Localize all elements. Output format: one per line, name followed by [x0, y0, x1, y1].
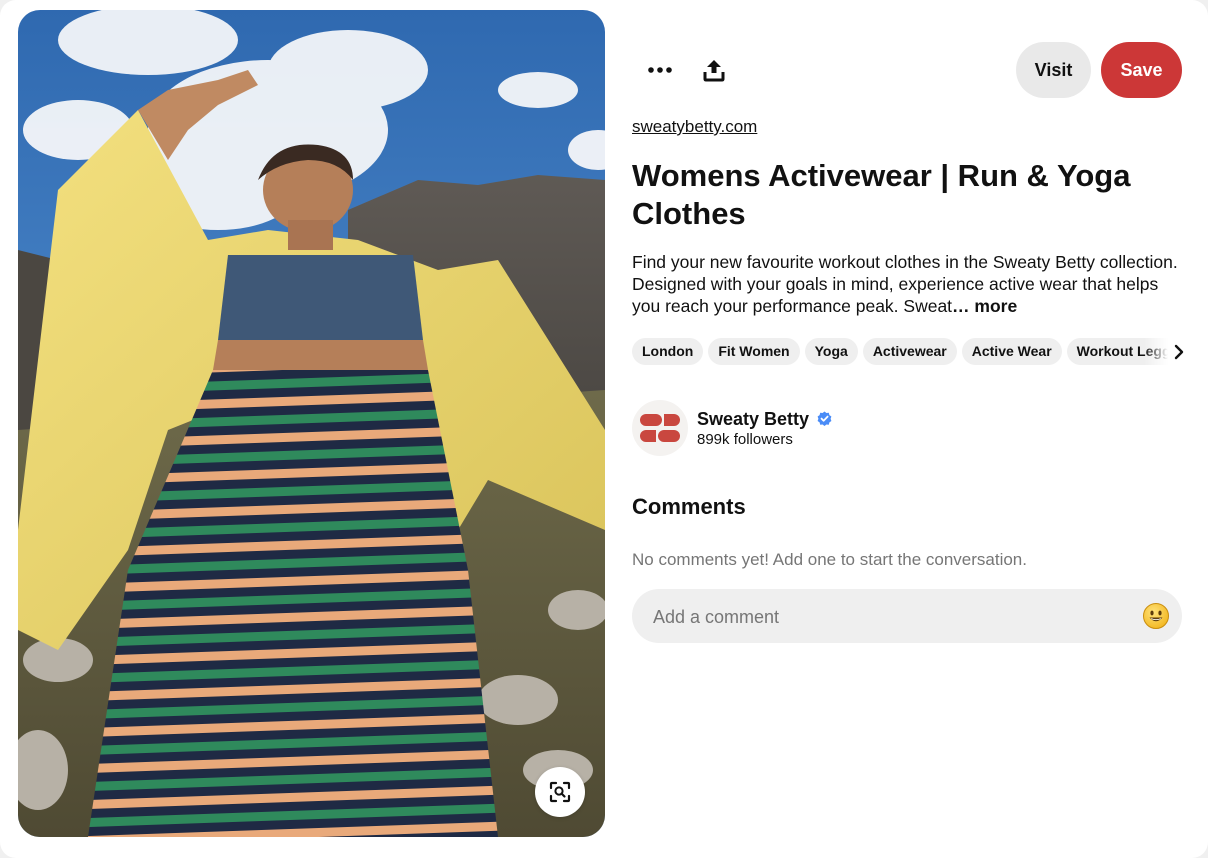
description-text: Find your new favourite workout clothes … [632, 252, 1178, 316]
visual-search-icon [549, 781, 571, 803]
comments-heading: Comments [632, 494, 746, 519]
pin-photo [18, 10, 605, 837]
pin-toolbar: Visit Save [632, 42, 1184, 98]
creator-info: Sweaty Betty 899k followers [632, 400, 1184, 456]
pin-description: Find your new favourite workout clothes … [632, 251, 1184, 317]
tag-chip[interactable]: Active Wear [961, 338, 1062, 365]
pin-title: Womens Activewear | Run & Yoga Clothes [632, 158, 1131, 231]
tags-scroll-right-button[interactable] [1144, 338, 1184, 365]
visit-button[interactable]: Visit [1016, 42, 1091, 98]
comment-input[interactable] [651, 589, 1135, 645]
tag-chip[interactable]: London [632, 338, 704, 365]
pin-closeup-card: Visit Save sweatybetty.com Womens Active… [0, 0, 1208, 858]
tag-chip[interactable]: Activewear [862, 338, 957, 365]
pin-details-panel: Visit Save sweatybetty.com Womens Active… [632, 0, 1184, 858]
tag-list: London Fit Women Yoga Activewear Active Wear… [632, 338, 1184, 365]
smiley-emoji-icon [1143, 603, 1169, 629]
pin-image[interactable] [18, 10, 605, 837]
chevron-right-icon [1174, 344, 1184, 359]
description-more-link[interactable]: … more [952, 296, 1017, 316]
source-link[interactable]: sweatybetty.com [632, 117, 757, 137]
creator-followers-count: 899k followers [697, 431, 793, 448]
verified-badge-icon [817, 411, 832, 426]
more-options-button[interactable] [640, 50, 680, 90]
visual-search-button[interactable] [535, 767, 585, 817]
share-button[interactable] [694, 50, 734, 90]
comment-box [632, 589, 1182, 645]
ellipsis-icon [648, 67, 672, 73]
tag-chip[interactable]: Yoga [804, 338, 858, 365]
save-button[interactable]: Save [1101, 42, 1182, 98]
creator-avatar[interactable] [632, 400, 688, 456]
tag-chip[interactable]: Fit Women [708, 338, 800, 365]
share-upload-icon [703, 60, 725, 82]
creator-name[interactable]: Sweaty Betty [697, 409, 809, 430]
sweaty-betty-logo-icon [640, 414, 680, 442]
no-comments-message: No comments yet! Add one to start the co… [632, 550, 1027, 569]
emoji-picker-button[interactable] [1142, 602, 1170, 630]
